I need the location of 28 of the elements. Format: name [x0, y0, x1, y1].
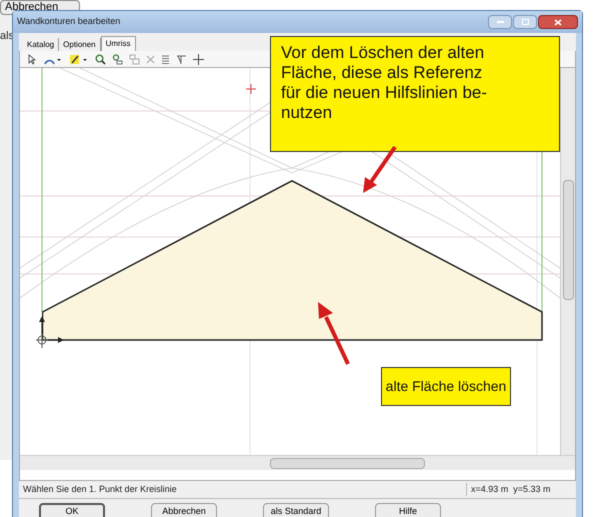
window-title: Wandkonturen bearbeiten: [17, 15, 120, 28]
zoom-fit-icon[interactable]: [112, 54, 123, 64]
origin-marker-icon: [246, 84, 256, 94]
dialog-button[interactable]: Hilfe: [375, 503, 441, 517]
pointer-icon[interactable]: [28, 54, 37, 64]
zoom-icon[interactable]: [95, 54, 106, 64]
pencil-icon[interactable]: [69, 54, 89, 64]
close-icon: [554, 18, 562, 26]
scroll-thumb[interactable]: [270, 458, 425, 468]
status-message: Wählen Sie den 1. Punkt der Kreislinie: [22, 482, 178, 496]
minimize-button[interactable]: [488, 15, 512, 29]
maximize-button[interactable]: [513, 15, 537, 29]
annotation-callout: Vor dem Löschen der alten Fläche, diese als Referenz für die neuen Hilfslinien be- nutzen: [270, 36, 560, 152]
dialog-button[interactable]: als Standard: [263, 503, 329, 517]
wall-outline-shape[interactable]: [42, 180, 543, 341]
vertical-scrollbar[interactable]: [560, 68, 575, 455]
grid-icon[interactable]: [161, 54, 170, 64]
dialog-button[interactable]: Abbrechen: [151, 503, 217, 517]
horizontal-scrollbar[interactable]: [20, 455, 575, 470]
coordinates-text: x=4.93 m y=5.33 m: [466, 482, 576, 496]
axis-origin-icon: [34, 316, 64, 348]
close-button[interactable]: [538, 15, 578, 29]
scroll-thumb[interactable]: [562, 180, 574, 300]
dialog-button[interactable]: OK: [39, 503, 105, 517]
snap-icon[interactable]: [176, 54, 187, 64]
crosshair-icon[interactable]: [193, 54, 204, 64]
tab[interactable]: Umriss: [100, 36, 136, 51]
annotation-callout: alte Fläche löschen: [381, 367, 511, 406]
